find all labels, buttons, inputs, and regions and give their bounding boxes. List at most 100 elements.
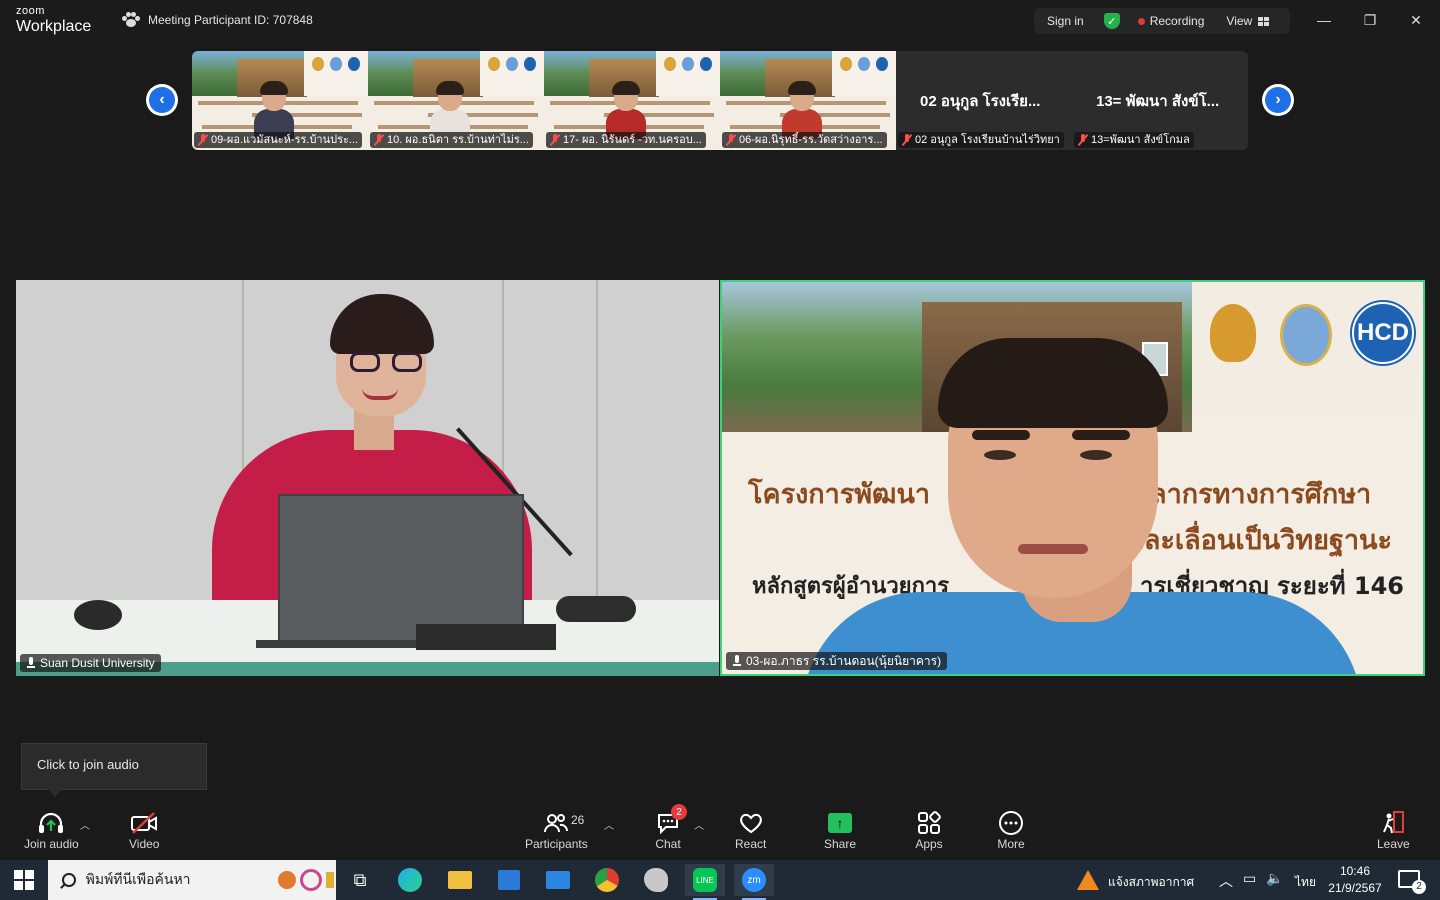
grid-icon <box>1258 16 1270 26</box>
language-indicator[interactable]: ไทย <box>1295 873 1316 892</box>
participants-options-caret-icon[interactable]: ︿ <box>604 817 614 832</box>
participants-label: Participants <box>525 837 588 851</box>
edge-icon[interactable] <box>390 864 430 896</box>
chevron-left-icon: ‹ <box>149 87 175 113</box>
windows-start-button[interactable] <box>14 870 34 890</box>
line-icon[interactable]: LINE <box>685 864 725 900</box>
share-label: Share <box>824 837 857 851</box>
headphones-icon <box>36 809 66 837</box>
volume-muted-icon[interactable]: 🔈 <box>1266 871 1283 887</box>
shield-check-icon[interactable]: ✓ <box>1103 13 1120 29</box>
gallery-next-button[interactable]: › <box>1262 84 1294 116</box>
brand-big: Workplace <box>16 18 92 35</box>
chat-button[interactable]: 2 Chat <box>653 804 687 851</box>
mic-muted-icon <box>726 134 736 146</box>
view-label: View <box>1226 14 1253 28</box>
weather-label[interactable]: แจ้งสภาพอากาศ <box>1108 873 1194 892</box>
thumbnail-name: 09-ผอ.แวมัสนะห์-รร.บ้านประ... <box>211 134 359 146</box>
mic-muted-icon <box>1078 134 1088 146</box>
video-label: Video <box>129 837 160 851</box>
more-button[interactable]: More <box>996 809 1026 851</box>
video-button[interactable]: Video <box>129 809 159 851</box>
mic-icon <box>732 655 742 667</box>
heart-icon <box>736 809 766 837</box>
title-actions: Sign in ✓ Recording View <box>1034 8 1290 34</box>
video-tile-right-active-speaker[interactable]: HCD โครงการพัฒนา คลากรทางการศึกษา นและเล… <box>720 280 1425 676</box>
video-name-tag: Suan Dusit University <box>20 654 161 672</box>
restore-button[interactable]: ❐ <box>1356 8 1384 32</box>
chevron-right-icon: › <box>1265 87 1291 113</box>
participant-thumbnail[interactable]: 10. ผอ.ธนิตา รร.บ้านท่าไม่ร... <box>368 51 544 150</box>
chat-label: Chat <box>655 837 681 851</box>
task-view-icon[interactable]: ⧉ <box>340 864 380 896</box>
taskbar-clock[interactable]: 10:46 21/9/2567 <box>1322 863 1388 897</box>
clock-date: 21/9/2567 <box>1328 881 1382 895</box>
taskbar-search-input[interactable] <box>85 872 269 888</box>
file-explorer-icon[interactable] <box>440 864 480 896</box>
zoom-window: zoom Workplace Meeting Participant ID: 7… <box>0 0 1440 900</box>
chrome-icon[interactable] <box>587 864 627 896</box>
more-label: More <box>997 837 1025 851</box>
thumbnail-name-tag: 09-ผอ.แวมัสนะห์-รร.บ้านประ... <box>194 132 363 148</box>
gallery-strip: 09-ผอ.แวมัสนะห์-รร.บ้านประ... 10. ผอ.ธนิ… <box>192 51 1248 150</box>
recording-label[interactable]: Recording <box>1150 14 1205 28</box>
thumbnail-name-tag: 17- ผอ. นิรันดร์ -วท.นครอบ... <box>546 132 706 148</box>
thumbnail-name: 02 อนุกูล โรงเรียนบ้านไร่วิทยา <box>915 134 1060 146</box>
participant-thumbnail[interactable]: 06-ผอ.นิรุทธิ์-รร.วัดสว่างอาร... <box>720 51 896 150</box>
brand-small: zoom <box>16 5 45 17</box>
more-icon <box>996 809 1026 837</box>
notification-icon[interactable]: 2 <box>1398 870 1426 894</box>
thumbnail-name: 17- ผอ. นิรันดร์ -วท.นครอบ... <box>563 134 702 146</box>
mic-muted-icon <box>374 134 384 146</box>
network-icon[interactable]: ▭ <box>1243 871 1256 887</box>
participant-text-tile[interactable]: 13= พัฒนา สังข์โ... 13=พัฒนา สังข์โกมล <box>1072 51 1248 150</box>
react-label: React <box>735 837 767 851</box>
participant-thumbnail[interactable]: 17- ผอ. นิรันดร์ -วท.นครอบ... <box>544 51 720 150</box>
clock-time: 10:46 <box>1339 864 1371 878</box>
zoom-logo: zoom Workplace <box>16 6 91 35</box>
weather-icon[interactable] <box>1068 864 1108 896</box>
meeting-toolbar: Join audio ︿ Video Participants 26 ︿ 2 C… <box>0 801 1440 860</box>
join-audio-label: Join audio <box>24 837 79 851</box>
minimize-button[interactable]: — <box>1310 8 1338 32</box>
leave-button[interactable]: Leave <box>1377 809 1410 851</box>
tray-chevron-up-icon[interactable]: ︿ <box>1219 871 1233 891</box>
recording-dot-icon <box>1137 17 1145 25</box>
mic-muted-icon <box>550 134 560 146</box>
windows-taskbar: ⧉ LINE zm แจ้งสภาพอากาศ ︿ ▭ 🔈 ไทย 10:46 … <box>0 860 1440 900</box>
share-button[interactable]: ↑ Share <box>824 809 856 851</box>
participants-count: 26 <box>571 813 585 827</box>
laptop <box>278 494 524 644</box>
participant-text-tile[interactable]: 02 อนุกูล โรงเรีย... 02 อนุกูล โรงเรียนบ… <box>896 51 1072 150</box>
mail-icon[interactable] <box>538 864 578 896</box>
apps-button[interactable]: Apps <box>914 809 944 851</box>
sign-in-button[interactable]: Sign in <box>1047 14 1084 28</box>
thumbnail-name: 13=พัฒนา สังข์โกมล <box>1091 134 1190 146</box>
store-icon[interactable] <box>489 864 529 896</box>
zoom-taskbar-icon[interactable]: zm <box>734 864 774 900</box>
gallery-prev-button[interactable]: ‹ <box>146 84 178 116</box>
view-button[interactable]: View <box>1226 14 1270 28</box>
participant-thumbnail[interactable]: 09-ผอ.แวมัสนะห์-รร.บ้านประ... <box>192 51 368 150</box>
meeting-id[interactable]: Meeting Participant ID: 707848 <box>122 12 313 28</box>
react-button[interactable]: React <box>735 809 766 851</box>
video-tile-left[interactable]: Suan Dusit University <box>16 280 719 676</box>
join-audio-button[interactable]: Join audio <box>24 809 79 851</box>
leave-icon <box>1378 809 1408 837</box>
thumbnail-name-tag: 06-ผอ.นิรุทธิ์-รร.วัดสว่างอาร... <box>722 132 887 148</box>
chat-badge: 2 <box>671 804 687 820</box>
chat-icon: 2 <box>653 804 687 837</box>
taskbar-search[interactable] <box>48 860 336 900</box>
video-name: 03-ผอ.ภาธร รร.บ้านดอน(นุ้ยนิยาคาร) <box>746 654 942 668</box>
join-audio-tooltip[interactable]: Click to join audio <box>21 743 207 797</box>
audio-options-caret-icon[interactable]: ︿ <box>80 817 90 832</box>
chat-options-caret-icon[interactable]: ︿ <box>694 817 704 832</box>
university-logo <box>1280 304 1332 366</box>
participants-icon <box>541 809 571 837</box>
thumbnail-name-tag: 10. ผอ.ธนิตา รร.บ้านท่าไม่ร... <box>370 132 533 148</box>
participant-display-name: 13= พัฒนา สังข์โ... <box>1096 93 1220 110</box>
close-button[interactable]: ✕ <box>1402 8 1430 32</box>
festival-icon <box>278 867 336 893</box>
paint-icon[interactable] <box>636 864 676 896</box>
apps-label: Apps <box>915 837 943 851</box>
